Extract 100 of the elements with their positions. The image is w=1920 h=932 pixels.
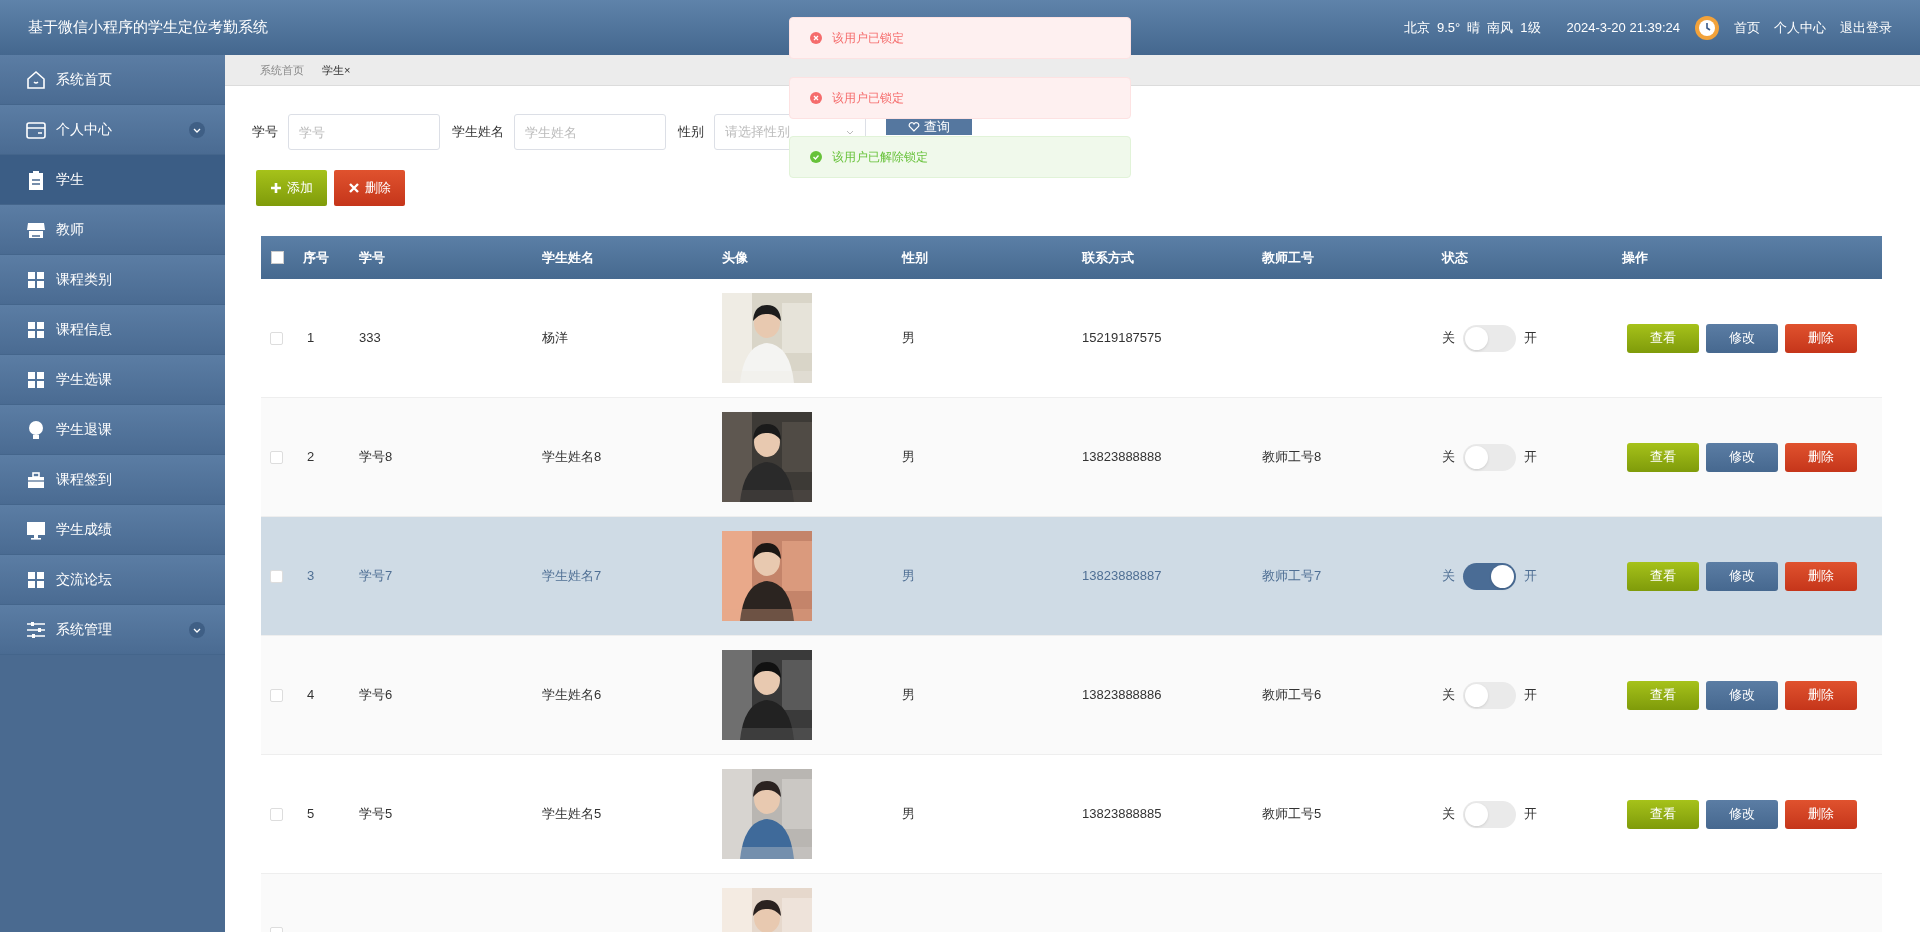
caret-icon	[845, 128, 855, 136]
row-checkbox[interactable]	[270, 569, 283, 583]
header-link[interactable]: 首页	[1734, 17, 1760, 38]
home-icon	[25, 68, 47, 91]
error-toast: 该用户已锁定	[789, 17, 1131, 59]
table-cell: 教师工号6	[1262, 687, 1322, 703]
row-checkbox[interactable]	[270, 450, 283, 464]
column-header: 学号	[358, 248, 386, 267]
table-row[interactable]: 3 学号7 学生姓名7 男 13823888887 教师工号7 关 开 查看 修改 删除	[261, 517, 1882, 636]
success-icon	[810, 151, 822, 163]
error-icon	[810, 92, 822, 104]
edit-button[interactable]: 修改	[1706, 323, 1778, 353]
sidebar-item[interactable]: 学生退课	[0, 405, 225, 455]
sidebar-item[interactable]: 教师	[0, 205, 225, 255]
table-cell: 13823888885	[1082, 806, 1162, 822]
column-header: 头像	[721, 248, 749, 267]
status-toggle[interactable]	[1463, 681, 1516, 709]
search-field[interactable]: 学生姓名	[514, 114, 666, 150]
table-cell: 13823888887	[1082, 568, 1162, 584]
sidebar-item[interactable]: 个人中心	[0, 105, 225, 155]
delete-button[interactable]: 删除	[1785, 799, 1857, 829]
date-time: 2024-3-20 21:39:24	[1566, 18, 1680, 37]
header-link[interactable]: 个人中心	[1774, 17, 1826, 38]
delete-button[interactable]: 删除	[334, 170, 405, 206]
row-checkbox[interactable]	[270, 331, 283, 345]
view-button[interactable]: 查看	[1627, 442, 1699, 472]
delete-button[interactable]: 删除	[1785, 561, 1857, 591]
field-label: 性别	[678, 123, 704, 142]
column-header: 序号	[302, 248, 330, 267]
sidebar-item[interactable]: 课程类别	[0, 255, 225, 305]
row-checkbox[interactable]	[270, 688, 283, 702]
table-cell: 2	[307, 449, 315, 465]
sidebar-item[interactable]: 系统首页	[0, 55, 225, 105]
table-cell: 学号6	[359, 687, 393, 703]
delete-button[interactable]: 删除	[1785, 323, 1857, 353]
table-cell: 学生姓名7	[542, 568, 602, 584]
edit-button[interactable]: 修改	[1706, 799, 1778, 829]
delete-button[interactable]: 删除	[1785, 442, 1857, 472]
table-cell: 333	[359, 330, 381, 346]
view-button[interactable]: 查看	[1627, 799, 1699, 829]
toggle-label: 关	[1442, 686, 1455, 705]
view-button[interactable]: 查看	[1627, 323, 1699, 353]
field-label: 学生姓名	[452, 123, 504, 142]
weather-text: 北京	[1404, 18, 1430, 37]
table-cell: 学号7	[359, 568, 393, 584]
column-header: 操作	[1621, 248, 1649, 267]
toggle-label: 关	[1442, 567, 1455, 586]
sidebar-item[interactable]: 课程签到	[0, 455, 225, 505]
delete-button[interactable]: 删除	[1785, 680, 1857, 710]
status-toggle[interactable]	[1463, 324, 1516, 352]
header-link[interactable]: 退出登录	[1840, 17, 1892, 38]
table-cell: 男	[902, 568, 915, 584]
column-header: 联系方式	[1081, 248, 1135, 267]
sidebar-item[interactable]: 学生	[0, 155, 225, 205]
toggle-label: 关	[1442, 329, 1455, 348]
column-header: 性别	[900, 248, 929, 267]
status-toggle[interactable]	[1463, 800, 1516, 828]
add-button[interactable]: 添加	[256, 170, 327, 206]
toggle-label: 关	[1442, 805, 1455, 824]
sidebar-item[interactable]: 学生成绩	[0, 505, 225, 555]
table-cell: 男	[902, 330, 915, 346]
edit-button[interactable]: 修改	[1706, 442, 1778, 472]
toggle-label: 开	[1524, 686, 1537, 705]
breadcrumb-tab[interactable]: 学生×	[322, 61, 351, 79]
field-label: 学号	[252, 123, 278, 142]
column-header: 学生姓名	[541, 248, 595, 267]
toggle-label: 开	[1524, 329, 1537, 348]
table-row[interactable]: 4 学号6 学生姓名6 男 13823888886 教师工号6 关 开 查看 修改 删除	[261, 636, 1882, 755]
edit-button[interactable]: 修改	[1706, 680, 1778, 710]
sidebar-item[interactable]: 学生选课	[0, 355, 225, 405]
table-cell: 4	[307, 687, 315, 703]
table-cell: 学生姓名8	[542, 449, 602, 465]
heart-icon	[908, 121, 920, 132]
table-row[interactable]: 2 学号8 学生姓名8 男 13823888888 教师工号8 关 开 查看 修改 删除	[261, 398, 1882, 517]
table-cell: 5	[307, 806, 315, 822]
weather-text: 南风	[1487, 18, 1514, 37]
view-button[interactable]: 查看	[1627, 561, 1699, 591]
table-cell: 3	[307, 568, 315, 584]
weather-text: 9.5°	[1437, 18, 1461, 37]
view-button[interactable]: 查看	[1627, 680, 1699, 710]
sidebar-item[interactable]: 课程信息	[0, 305, 225, 355]
close-icon	[348, 182, 360, 194]
edit-button[interactable]: 修改	[1706, 561, 1778, 591]
sidebar-item[interactable]: 系统管理	[0, 605, 225, 655]
search-field[interactable]: 学号	[288, 114, 440, 150]
weather-text: 1级	[1520, 18, 1541, 37]
status-toggle[interactable]	[1463, 562, 1516, 590]
table-cell: 1	[307, 330, 315, 346]
select-all-checkbox[interactable]	[271, 251, 284, 264]
plus-icon	[270, 182, 282, 194]
app-title: 基于微信小程序的学生定位考勤系统	[28, 17, 268, 38]
sidebar-item[interactable]: 交流论坛	[0, 555, 225, 605]
toggle-label: 开	[1524, 448, 1537, 467]
success-toast: 该用户已解除锁定	[789, 136, 1131, 178]
error-icon	[810, 32, 822, 44]
table-cell: 教师工号7	[1262, 568, 1322, 584]
table-cell: 杨洋	[542, 330, 568, 346]
status-toggle[interactable]	[1463, 443, 1516, 471]
row-checkbox[interactable]	[270, 807, 283, 821]
breadcrumb-tab[interactable]: 系统首页	[260, 61, 304, 79]
